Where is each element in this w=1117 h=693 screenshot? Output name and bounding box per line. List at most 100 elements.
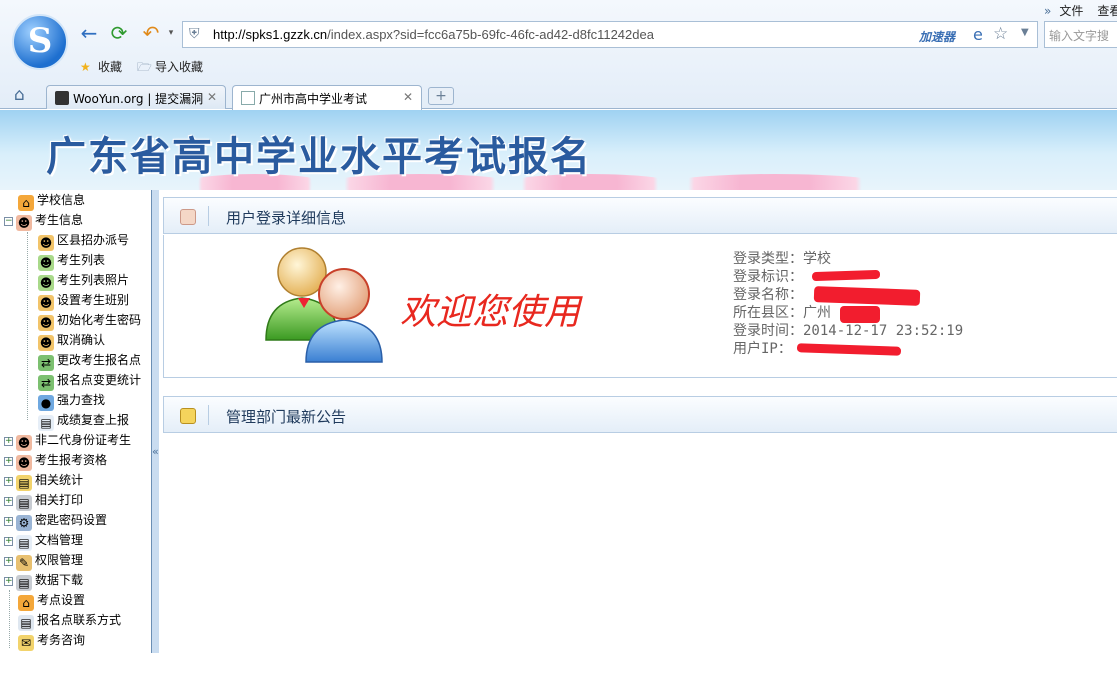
users-group-icon: ☻ xyxy=(38,295,54,311)
sidebar-item[interactable]: ☻ 考生列表 xyxy=(38,250,105,271)
users-icon: ☻ xyxy=(16,215,32,231)
ie-mode-icon[interactable]: e xyxy=(973,25,983,44)
sidebar-item-label: 报名点变更统计 xyxy=(57,373,142,387)
menu-more-chevron[interactable]: » xyxy=(1044,4,1051,18)
notice-header: 管理部门最新公告 xyxy=(163,396,1117,433)
sidebar-item[interactable]: ☻ 设置考生班别 xyxy=(38,290,129,311)
user-card-icon xyxy=(180,209,196,225)
sidebar-item[interactable]: + ☻ 考生报考资格 xyxy=(4,450,108,471)
document-icon: ▤ xyxy=(16,535,32,551)
home-icon: ⌂ xyxy=(18,595,34,611)
tree-line xyxy=(9,590,10,648)
sidebar-item-label: 相关统计 xyxy=(35,473,84,487)
address-bar[interactable]: ⛨ http://spks1.gzzk.cn/index.aspx?sid=fc… xyxy=(182,21,1038,48)
district-row: 所在县区：广州 xyxy=(733,305,831,321)
sidebar-item[interactable]: + ▤ 文档管理 xyxy=(4,530,83,551)
shield-icon: ⛨ xyxy=(189,26,200,42)
sidebar-item[interactable]: ☻ 初始化考生密码 xyxy=(38,310,142,331)
sidebar-item[interactable]: + ▤ 数据下载 xyxy=(4,570,84,591)
bookmark-import[interactable]: 🗁 导入收藏 xyxy=(137,58,203,79)
expand-icon[interactable]: + xyxy=(4,437,13,446)
banner-title: 广东省高中学业水平考试报名 xyxy=(46,134,592,180)
tab-gzzk[interactable]: 广州市高中学业考试 ✕ xyxy=(232,85,422,110)
sidebar-item[interactable]: + ✎ 权限管理 xyxy=(4,550,83,571)
sidebar-item[interactable]: ☻ 考生列表照片 xyxy=(38,270,130,291)
menu-view[interactable]: 查看 xyxy=(1097,4,1117,18)
close-icon[interactable]: ✕ xyxy=(207,90,217,104)
login-section-title: 用户登录详细信息 xyxy=(226,209,347,227)
sidebar-splitter[interactable]: « xyxy=(151,190,159,653)
browser-chrome: S ← ⟳ ↶ ▾ ⛨ http://spks1.gzzk.cn/index.a… xyxy=(0,0,1117,110)
notice-section-title: 管理部门最新公告 xyxy=(226,408,347,426)
user-photo-icon: ☻ xyxy=(38,275,54,291)
transfer-stats-icon: ⇄ xyxy=(38,375,54,391)
home-icon: ⌂ xyxy=(18,195,34,211)
sidebar-item[interactable]: + ▤ 相关打印 xyxy=(4,490,83,511)
sidebar-item-label: 初始化考生密码 xyxy=(57,313,142,327)
address-url[interactable]: http://spks1.gzzk.cn/index.aspx?sid=fcc6… xyxy=(213,27,654,42)
user-list-icon: ☻ xyxy=(38,255,54,271)
sidebar-item[interactable]: + ▤ 相关统计 xyxy=(4,470,84,491)
search-input[interactable]: 输入文字搜 xyxy=(1044,21,1117,48)
close-icon[interactable]: ✕ xyxy=(403,90,413,104)
sidebar-item-label: 强力查找 xyxy=(57,393,106,407)
sidebar-item-label: 更改考生报名点 xyxy=(57,353,142,367)
expand-icon[interactable]: + xyxy=(4,557,13,566)
sidebar-item[interactable]: ☻ 取消确认 xyxy=(38,330,105,351)
login-name-row: 登录名称： xyxy=(733,287,803,303)
expand-icon[interactable]: + xyxy=(4,537,13,546)
browser-logo-icon[interactable]: S xyxy=(12,14,68,70)
download-icon: ▤ xyxy=(16,575,32,591)
top-menu: » 文件 查看 xyxy=(1044,2,1117,19)
bookmark-favorites[interactable]: ★ 收藏 xyxy=(80,58,122,75)
new-tab-button[interactable]: + xyxy=(428,87,454,105)
users-icon: ☻ xyxy=(16,455,32,471)
sidebar-item[interactable]: ⌂ 考点设置 xyxy=(18,590,85,611)
sidebar-item[interactable]: + ⚙ 密匙密码设置 xyxy=(4,510,107,531)
sidebar-item[interactable]: ⇄ 报名点变更统计 xyxy=(38,370,142,391)
sidebar-item[interactable]: ● 强力查找 xyxy=(38,390,106,411)
refresh-icon[interactable]: ⟳ xyxy=(108,22,130,44)
sidebar-item[interactable]: ☻ 区县招办派号 xyxy=(38,230,129,251)
undo-dropdown-icon[interactable]: ▾ xyxy=(160,22,182,44)
sidebar-item[interactable]: + ☻ 非二代身份证考生 xyxy=(4,430,131,451)
tab-wooyun[interactable]: WooYun.org | 提交漏洞 ✕ xyxy=(46,85,226,109)
undo-icon[interactable]: ↶ xyxy=(140,22,162,44)
sidebar-item[interactable]: ⌂ 学校信息 xyxy=(18,190,86,211)
redaction-mark xyxy=(840,306,880,323)
expand-icon[interactable]: + xyxy=(4,517,13,526)
collapse-icon[interactable]: − xyxy=(4,217,13,226)
sidebar-item[interactable]: ⇄ 更改考生报名点 xyxy=(38,350,142,371)
separator xyxy=(208,405,209,425)
menu-file[interactable]: 文件 xyxy=(1059,4,1083,18)
wooyun-favicon-icon xyxy=(55,91,69,105)
sidebar-item[interactable]: ▤ 成绩复查上报 xyxy=(38,410,129,431)
sidebar-item-label: 考生列表照片 xyxy=(57,273,130,287)
login-id-row: 登录标识： xyxy=(733,269,803,285)
chat-icon: ✉ xyxy=(18,635,34,651)
accelerator-button[interactable]: 加速器 xyxy=(919,28,955,45)
sidebar-item[interactable]: ▤ 报名点联系方式 xyxy=(18,610,122,631)
login-type-row: 登录类型：学校 xyxy=(733,251,831,267)
address-dropdown-icon[interactable]: ▼ xyxy=(1021,27,1029,38)
expand-icon[interactable]: + xyxy=(4,477,13,486)
favorite-star-icon[interactable]: ☆ xyxy=(993,24,1008,44)
printer-icon: ▤ xyxy=(16,495,32,511)
sidebar-item-label: 考生报考资格 xyxy=(35,453,108,467)
blossom-decoration xyxy=(660,174,890,190)
expand-icon[interactable]: + xyxy=(4,497,13,506)
sidebar-item-label: 学校信息 xyxy=(37,193,86,207)
document-icon: ▤ xyxy=(38,415,54,431)
home-icon[interactable]: ⌂ xyxy=(14,85,25,105)
separator xyxy=(208,206,209,226)
user-ip-row: 用户IP： xyxy=(733,341,792,357)
sidebar-item-label: 报名点联系方式 xyxy=(37,613,122,627)
sidebar-item[interactable]: ✉ 考务咨询 xyxy=(18,630,85,651)
back-arrow-icon[interactable]: ← xyxy=(78,22,100,44)
sidebar-item[interactable]: − ☻ 考生信息 xyxy=(4,210,84,231)
collapse-arrow-icon[interactable]: « xyxy=(152,445,159,458)
sidebar-item-label: 考生信息 xyxy=(35,213,84,227)
expand-icon[interactable]: + xyxy=(4,457,13,466)
expand-icon[interactable]: + xyxy=(4,577,13,586)
sidebar-item-label: 数据下载 xyxy=(35,573,84,587)
